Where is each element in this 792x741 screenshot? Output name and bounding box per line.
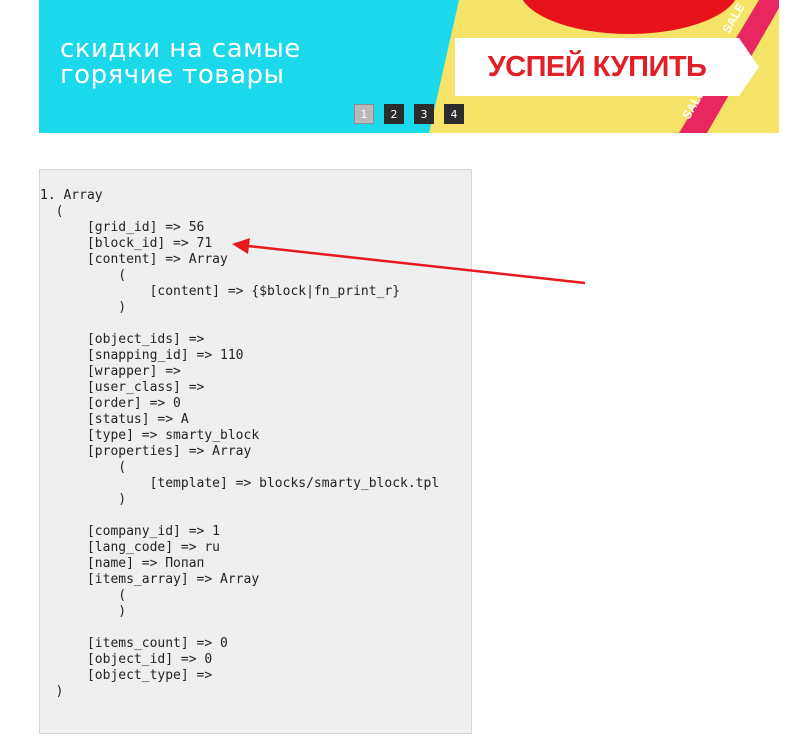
dump-line: [name] => Попап [40,556,205,571]
dump-line: [template] => blocks/smarty_block.tpl [40,476,440,491]
buy-now-button[interactable]: УСПЕЙ КУПИТЬ [455,38,739,96]
dump-line: ) [40,684,64,699]
dump-line: ) [40,492,127,507]
slide-dot-4[interactable]: 4 [444,104,464,124]
dump-line: [lang_code] => ru [40,540,221,555]
slide-dot-3[interactable]: 3 [414,104,434,124]
dump-line: ( [40,268,127,283]
dump-line: [object_id] => 0 [40,652,213,667]
dump-line: [content] => Array [40,252,228,267]
promo-banner[interactable]: SALE SALE скидки на самые горячие товары… [39,0,779,133]
dump-line: [properties] => Array [40,444,252,459]
dump-line: [items_array] => Array [40,572,260,587]
dump-line: [status] => A [40,412,189,427]
promo-headline: скидки на самые горячие товары [60,36,301,88]
dump-line: ( [40,460,127,475]
dump-line: [user_class] => [40,380,205,395]
array-dump-text: 1. Array ( [grid_id] => 56 [block_id] =>… [40,188,439,700]
dump-line [40,620,439,636]
dump-line: ( [40,588,127,603]
dump-line: [snapping_id] => 110 [40,348,244,363]
slide-dot-2[interactable]: 2 [384,104,404,124]
dump-line: [wrapper] => [40,364,181,379]
slider-pagination: 1 2 3 4 [354,104,464,124]
dump-line: 1. Array [40,188,103,203]
dump-line: [object_type] => [40,668,213,683]
buy-now-button-tip [739,38,759,96]
dump-line: [company_id] => 1 [40,524,221,539]
debug-output-panel: 1. Array ( [grid_id] => 56 [block_id] =>… [39,169,472,734]
promo-line-2: горячие товары [60,60,285,90]
dump-line: [block_id] => 71 [40,236,213,251]
dump-line: ( [40,204,64,219]
dump-line: [grid_id] => 56 [40,220,205,235]
dump-line: [object_ids] => [40,332,205,347]
slide-dot-1[interactable]: 1 [354,104,374,124]
dump-line: [order] => 0 [40,396,181,411]
dump-line: ) [40,604,127,619]
dump-line [40,316,439,332]
dump-line: [items_count] => 0 [40,636,228,651]
dump-line [40,508,439,524]
promo-line-1: скидки на самые [60,34,301,64]
dump-line: [type] => smarty_block [40,428,260,443]
dump-line: ) [40,300,127,315]
dump-line: [content] => {$block|fn_print_r} [40,284,401,299]
